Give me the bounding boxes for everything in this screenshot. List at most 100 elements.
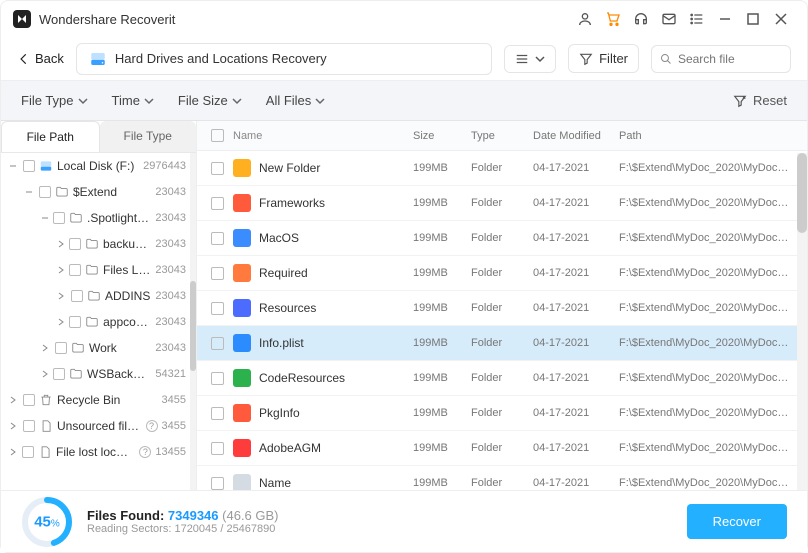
- table-row[interactable]: Resources199MBFolder04-17-2021F:\$Extend…: [197, 291, 807, 326]
- filter-time[interactable]: Time: [112, 93, 154, 108]
- tree-checkbox[interactable]: [39, 186, 51, 198]
- tree-checkbox[interactable]: [23, 420, 35, 432]
- row-checkbox[interactable]: [211, 162, 224, 175]
- tree-expand-icon[interactable]: [57, 240, 65, 248]
- maximize-icon[interactable]: [739, 5, 767, 33]
- tab-file-type[interactable]: File Type: [100, 121, 197, 152]
- tree-item[interactable]: Recycle Bin3455: [1, 387, 196, 413]
- tree-expand-icon[interactable]: [57, 266, 65, 274]
- tree-expand-icon[interactable]: [41, 214, 49, 222]
- help-icon[interactable]: ?: [139, 446, 151, 458]
- view-toggle[interactable]: [504, 45, 556, 73]
- tree-item[interactable]: backupdata23043: [1, 231, 196, 257]
- user-icon[interactable]: [571, 5, 599, 33]
- recover-button[interactable]: Recover: [687, 504, 787, 539]
- file-path: F:\$Extend\MyDoc_2020\MyDoc_2020\M...: [619, 162, 793, 174]
- row-checkbox[interactable]: [211, 442, 224, 455]
- tree-checkbox[interactable]: [55, 342, 67, 354]
- breadcrumb[interactable]: Hard Drives and Locations Recovery: [76, 43, 492, 75]
- back-button[interactable]: Back: [17, 51, 64, 66]
- tree-expand-icon[interactable]: [9, 162, 19, 170]
- chevron-down-icon: [144, 96, 154, 106]
- row-checkbox[interactable]: [211, 302, 224, 315]
- col-path[interactable]: Path: [619, 130, 793, 142]
- minimize-icon[interactable]: [711, 5, 739, 33]
- table-row[interactable]: AdobeAGM199MBFolder04-17-2021F:\$Extend\…: [197, 431, 807, 466]
- sidebar-scrollbar-thumb[interactable]: [190, 281, 196, 371]
- tree-item[interactable]: WSBackupData54321: [1, 361, 196, 387]
- tree-expand-icon[interactable]: [41, 344, 51, 352]
- drive-icon: [89, 50, 107, 68]
- tree-item[interactable]: ADDINS23043: [1, 283, 196, 309]
- tree-expand-icon[interactable]: [57, 318, 65, 326]
- select-all-checkbox[interactable]: [211, 129, 224, 142]
- reset-button[interactable]: Reset: [733, 93, 787, 108]
- table-row[interactable]: CodeResources199MBFolder04-17-2021F:\$Ex…: [197, 361, 807, 396]
- tree-item[interactable]: .Spotlight-V10000...23043: [1, 205, 196, 231]
- tree-checkbox[interactable]: [23, 394, 35, 406]
- tree-expand-icon[interactable]: [41, 370, 49, 378]
- tree-expand-icon[interactable]: [9, 448, 18, 456]
- tab-file-path[interactable]: File Path: [1, 121, 100, 152]
- filter-file-size[interactable]: File Size: [178, 93, 242, 108]
- filter-all-files[interactable]: All Files: [266, 93, 326, 108]
- close-icon[interactable]: [767, 5, 795, 33]
- row-checkbox[interactable]: [211, 267, 224, 280]
- col-size[interactable]: Size: [413, 130, 471, 142]
- search-box[interactable]: [651, 45, 791, 73]
- help-icon[interactable]: ?: [146, 420, 158, 432]
- tree-item[interactable]: Unsourced files?3455: [1, 413, 196, 439]
- folder-icon: [71, 341, 85, 355]
- table-row[interactable]: Info.plist199MBFolder04-17-2021F:\$Exten…: [197, 326, 807, 361]
- file-size: 199MB: [413, 442, 471, 454]
- menu-icon[interactable]: [683, 5, 711, 33]
- table-row[interactable]: Frameworks199MBFolder04-17-2021F:\$Exten…: [197, 186, 807, 221]
- table-scrollbar-thumb[interactable]: [797, 153, 807, 233]
- table-scrollbar[interactable]: [797, 153, 807, 490]
- tree-checkbox[interactable]: [23, 160, 35, 172]
- table-row[interactable]: New Folder199MBFolder04-17-2021F:\$Exten…: [197, 151, 807, 186]
- file-type: Folder: [471, 337, 533, 349]
- filter-button[interactable]: Filter: [568, 44, 639, 73]
- file-date: 04-17-2021: [533, 407, 619, 419]
- tree-expand-icon[interactable]: [9, 422, 19, 430]
- table-row[interactable]: Required199MBFolder04-17-2021F:\$Extend\…: [197, 256, 807, 291]
- tree-item[interactable]: File lost location?13455: [1, 439, 196, 465]
- tree-checkbox[interactable]: [69, 316, 81, 328]
- col-name[interactable]: Name: [233, 130, 413, 142]
- row-checkbox[interactable]: [211, 477, 224, 490]
- search-input[interactable]: [678, 52, 782, 66]
- tree-item[interactable]: $Extend23043: [1, 179, 196, 205]
- tree-checkbox[interactable]: [53, 212, 65, 224]
- sidebar-scrollbar[interactable]: [190, 153, 196, 490]
- tree-checkbox[interactable]: [69, 264, 81, 276]
- tree-expand-icon[interactable]: [9, 396, 19, 404]
- file-table: Name Size Type Date Modified Path New Fo…: [197, 121, 807, 490]
- table-row[interactable]: MacOS199MBFolder04-17-2021F:\$Extend\MyD…: [197, 221, 807, 256]
- footer: 45% Files Found: 7349346 (46.6 GB) Readi…: [1, 490, 807, 552]
- row-checkbox[interactable]: [211, 197, 224, 210]
- col-date[interactable]: Date Modified: [533, 130, 619, 142]
- tree-item[interactable]: Files Lost Origi...23043: [1, 257, 196, 283]
- col-type[interactable]: Type: [471, 130, 533, 142]
- tree-checkbox[interactable]: [22, 446, 34, 458]
- tree-checkbox[interactable]: [53, 368, 65, 380]
- table-row[interactable]: PkgInfo199MBFolder04-17-2021F:\$Extend\M…: [197, 396, 807, 431]
- tree-item[interactable]: Work23043: [1, 335, 196, 361]
- row-checkbox[interactable]: [211, 232, 224, 245]
- filter-file-type[interactable]: File Type: [21, 93, 88, 108]
- tree-expand-icon[interactable]: [25, 188, 35, 196]
- support-icon[interactable]: [627, 5, 655, 33]
- table-row[interactable]: Name199MBFolder04-17-2021F:\$Extend\MyDo…: [197, 466, 807, 490]
- tree-item[interactable]: Local Disk (F:)2976443: [1, 153, 196, 179]
- tree-item[interactable]: appcompat23043: [1, 309, 196, 335]
- tree-checkbox[interactable]: [69, 238, 81, 250]
- file-type-icon: [233, 474, 251, 490]
- row-checkbox[interactable]: [211, 372, 224, 385]
- tree-checkbox[interactable]: [71, 290, 83, 302]
- row-checkbox[interactable]: [211, 337, 224, 350]
- tree-expand-icon[interactable]: [57, 292, 67, 300]
- feedback-icon[interactable]: [655, 5, 683, 33]
- cart-icon[interactable]: [599, 5, 627, 33]
- row-checkbox[interactable]: [211, 407, 224, 420]
